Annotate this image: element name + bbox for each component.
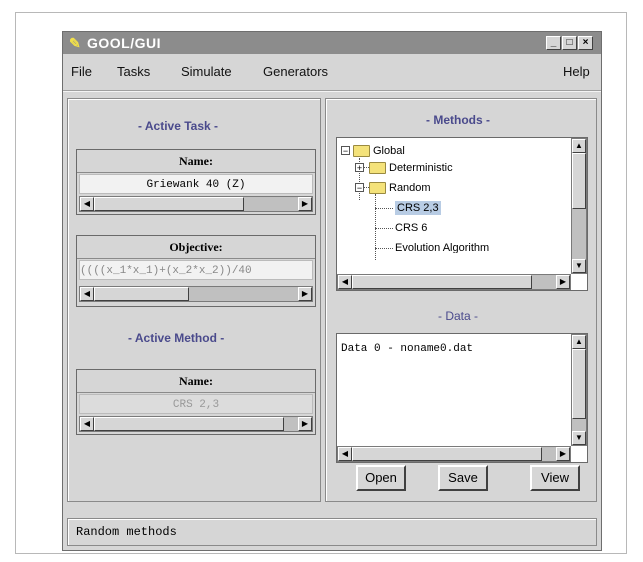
scroll-thumb[interactable] bbox=[94, 287, 189, 301]
save-button[interactable]: Save bbox=[438, 465, 488, 491]
minimize-icon[interactable]: _ bbox=[546, 36, 561, 50]
maximize-icon[interactable]: □ bbox=[562, 36, 577, 50]
app-window: ✎ GOOL/GUI _ □ × File Tasks Simulate Gen… bbox=[62, 31, 602, 551]
left-panel: - Active Task - Name: Griewank 40 (Z) ◀ … bbox=[67, 98, 321, 502]
close-icon[interactable]: × bbox=[578, 36, 593, 50]
scroll-up-icon[interactable]: ▲ bbox=[572, 335, 586, 349]
folder-icon bbox=[369, 162, 386, 175]
data-item-0[interactable]: Data 0 - noname0.dat bbox=[341, 342, 473, 356]
tree-global[interactable]: Global bbox=[353, 144, 405, 158]
objective-header: Objective: bbox=[77, 236, 315, 259]
scroll-down-icon[interactable]: ▼ bbox=[572, 259, 586, 273]
scroll-thumb[interactable] bbox=[352, 275, 532, 289]
task-name-field[interactable]: Griewank 40 (Z) bbox=[79, 174, 313, 194]
collapse-random-icon[interactable]: − bbox=[355, 183, 364, 193]
scroll-thumb[interactable] bbox=[572, 349, 586, 419]
objective-group: Objective: ((((x_1*x_1)+(x_2*x_2))/40 ◀ … bbox=[76, 235, 316, 307]
right-panel: - Methods - − Global + Deterministic − R… bbox=[325, 98, 597, 502]
tree-random[interactable]: Random bbox=[369, 181, 431, 195]
objective-scrollbar[interactable]: ◀ ▶ bbox=[79, 286, 313, 302]
collapse-global-icon[interactable]: − bbox=[341, 146, 350, 156]
open-button[interactable]: Open bbox=[356, 465, 406, 491]
scroll-thumb[interactable] bbox=[94, 417, 284, 431]
menu-file[interactable]: File bbox=[71, 64, 92, 79]
methods-tree: − Global + Deterministic − Random CRS 2,… bbox=[336, 137, 588, 291]
task-name-header: Name: bbox=[77, 150, 315, 173]
scroll-right-icon[interactable]: ▶ bbox=[556, 447, 570, 461]
scroll-down-icon[interactable]: ▼ bbox=[572, 431, 586, 445]
menu-generators[interactable]: Generators bbox=[263, 64, 328, 79]
scroll-thumb[interactable] bbox=[352, 447, 542, 461]
data-hscroll[interactable]: ◀ ▶ bbox=[337, 446, 571, 462]
methods-title: - Methods - bbox=[426, 113, 490, 127]
menu-bar: File Tasks Simulate Generators Help bbox=[63, 54, 601, 92]
scroll-left-icon[interactable]: ◀ bbox=[80, 287, 94, 301]
active-method-title: - Active Method - bbox=[128, 331, 225, 345]
methods-hscroll[interactable]: ◀ ▶ bbox=[337, 274, 571, 290]
status-bar: Random methods bbox=[67, 518, 597, 546]
window-title: GOOL/GUI bbox=[87, 35, 161, 51]
task-name-scrollbar[interactable]: ◀ ▶ bbox=[79, 196, 313, 212]
scroll-up-icon[interactable]: ▲ bbox=[572, 139, 586, 153]
objective-field[interactable]: ((((x_1*x_1)+(x_2*x_2))/40 bbox=[79, 260, 313, 280]
expand-deterministic-icon[interactable]: + bbox=[355, 163, 364, 173]
scroll-left-icon[interactable]: ◀ bbox=[80, 417, 94, 431]
scroll-left-icon[interactable]: ◀ bbox=[338, 275, 352, 289]
method-name-field: CRS 2,3 bbox=[79, 394, 313, 414]
scroll-right-icon[interactable]: ▶ bbox=[298, 197, 312, 211]
scroll-thumb[interactable] bbox=[572, 153, 586, 209]
tree-deterministic[interactable]: Deterministic bbox=[369, 161, 453, 175]
app-icon: ✎ bbox=[69, 35, 81, 51]
scroll-left-icon[interactable]: ◀ bbox=[80, 197, 94, 211]
methods-vscroll[interactable]: ▲ ▼ bbox=[571, 138, 587, 274]
scroll-thumb[interactable] bbox=[94, 197, 244, 211]
scroll-right-icon[interactable]: ▶ bbox=[298, 417, 312, 431]
data-vscroll[interactable]: ▲ ▼ bbox=[571, 334, 587, 446]
folder-icon bbox=[369, 182, 386, 195]
data-title: - Data - bbox=[438, 309, 479, 323]
menu-help[interactable]: Help bbox=[563, 64, 590, 79]
active-task-title: - Active Task - bbox=[138, 119, 219, 133]
scroll-right-icon[interactable]: ▶ bbox=[556, 275, 570, 289]
method-name-group: Name: CRS 2,3 ◀ ▶ bbox=[76, 369, 316, 435]
menu-tasks[interactable]: Tasks bbox=[117, 64, 150, 79]
scroll-left-icon[interactable]: ◀ bbox=[338, 447, 352, 461]
tree-item-crs-6[interactable]: CRS 6 bbox=[395, 221, 427, 235]
data-list: Data 0 - noname0.dat ▲ ▼ ◀ ▶ bbox=[336, 333, 588, 463]
title-bar[interactable]: ✎ GOOL/GUI _ □ × bbox=[63, 32, 601, 54]
tree-item-crs-2-3[interactable]: CRS 2,3 bbox=[395, 201, 441, 215]
scroll-right-icon[interactable]: ▶ bbox=[298, 287, 312, 301]
method-name-header: Name: bbox=[77, 370, 315, 393]
task-name-group: Name: Griewank 40 (Z) ◀ ▶ bbox=[76, 149, 316, 215]
view-button[interactable]: View bbox=[530, 465, 580, 491]
method-name-scrollbar[interactable]: ◀ ▶ bbox=[79, 416, 313, 432]
menu-simulate[interactable]: Simulate bbox=[181, 64, 232, 79]
tree-item-evolution[interactable]: Evolution Algorithm bbox=[395, 241, 489, 253]
folder-icon bbox=[353, 145, 370, 158]
